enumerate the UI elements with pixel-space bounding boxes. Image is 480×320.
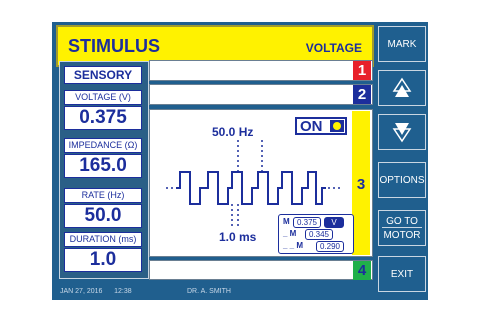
channel-1-bar[interactable] [149,60,373,81]
increase-button[interactable] [378,70,426,106]
output-state: ON [300,118,323,135]
footer-doctor: DR. A. SMITH [187,288,231,295]
arrow-up-icon [392,77,412,97]
channel-3-number[interactable]: 3 [352,176,370,193]
channel-4-number[interactable]: 4 [353,261,371,280]
footer-datetime: JAN 27, 2016 12:38 [60,288,132,295]
parameter-panel: SENSORY VOLTAGE (V) 0.375 IMPEDANCE (Ω) … [59,61,149,279]
sensory-label: SENSORY [64,66,142,84]
channel-2-bar[interactable] [149,84,373,105]
measure-3-label: _ _ M [283,241,304,250]
measure-3-value: 0.290 [316,241,344,252]
measure-2-value: 0.345 [305,229,333,240]
decrease-button[interactable] [378,114,426,150]
duration-value[interactable]: 1.0 [64,248,142,272]
go-to-label: GO TO [382,211,422,228]
channel-2-number[interactable]: 2 [353,85,371,104]
measure-1-unit: V [324,217,344,228]
options-button-label: OPTIONS [379,175,425,186]
measure-1-value: 0.375 [293,217,321,228]
rate-label: RATE (Hz) [64,188,142,203]
mark-button-label: MARK [387,39,417,50]
impedance-label: IMPEDANCE (Ω) [64,138,142,153]
duration-label: DURATION (ms) [64,232,142,247]
measurement-box: M 0.375 V _ M 0.345 _ _ M 0.290 [278,214,354,254]
output-toggle[interactable]: ON [295,117,347,135]
options-button[interactable]: OPTIONS [378,162,426,198]
stimulator-screen: STIMULUS VOLTAGE SENSORY VOLTAGE (V) 0.3… [52,22,428,300]
measure-1-label: M [283,217,290,226]
screen-title: STIMULUS [68,36,160,56]
exit-button[interactable]: EXIT [378,256,426,292]
measure-2-label: _ M [283,229,297,238]
footer-date: JAN 27, 2016 [60,288,103,295]
arrow-down-icon [392,123,412,143]
output-indicator-icon [330,120,344,132]
motor-label: MOTOR [383,230,421,241]
rate-value[interactable]: 50.0 [64,204,142,228]
exit-button-label: EXIT [390,269,414,280]
channel-4-bar[interactable] [149,260,373,280]
footer-time: 12:38 [114,288,132,295]
channel-1-number[interactable]: 1 [353,61,371,80]
voltage-value[interactable]: 0.375 [64,106,142,130]
impedance-value[interactable]: 165.0 [64,154,142,178]
mode-label: VOLTAGE [305,41,362,55]
voltage-label: VOLTAGE (V) [64,90,142,105]
mark-button[interactable]: MARK [378,26,426,62]
go-to-motor-button[interactable]: GO TO MOTOR [378,210,426,246]
pulse-train [176,171,326,205]
